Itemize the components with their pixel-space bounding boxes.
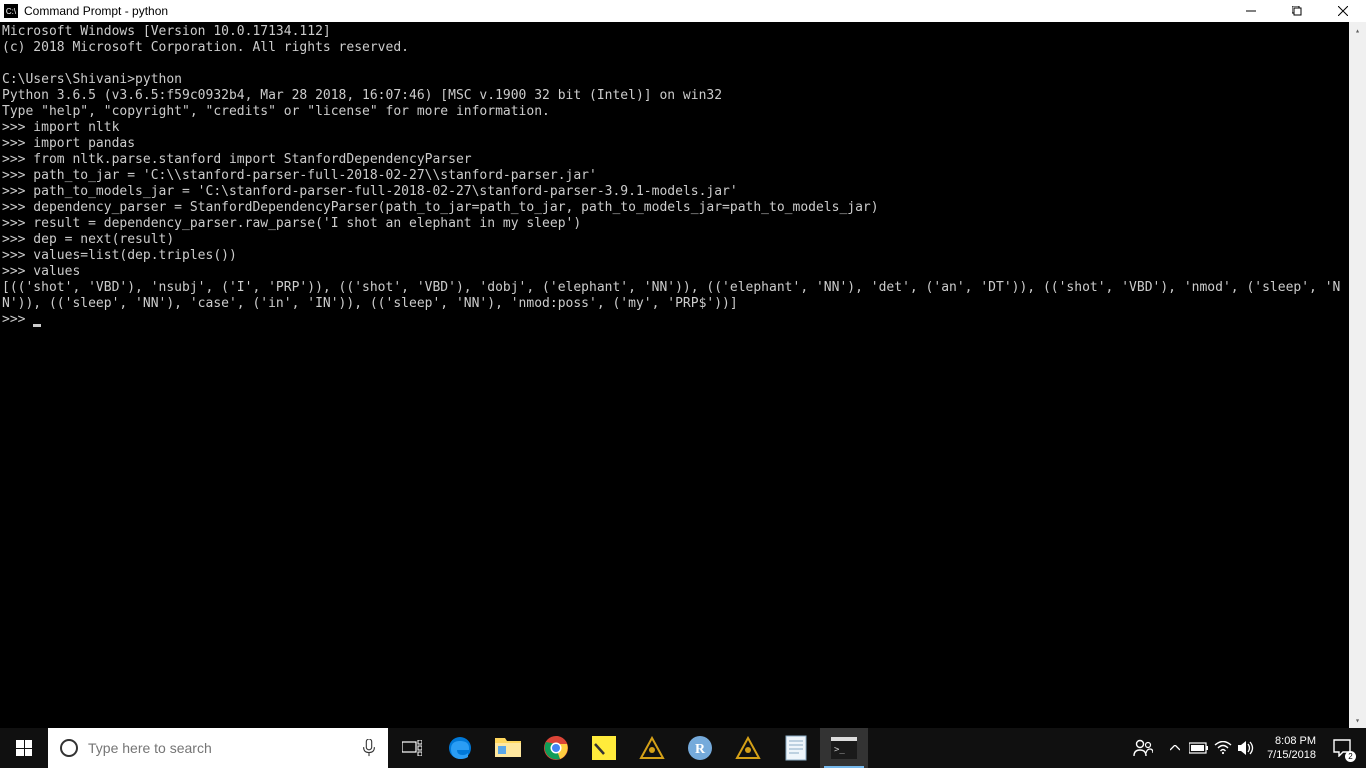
console-output[interactable]: Microsoft Windows [Version 10.0.17134.11… [0,22,1366,729]
cursor [33,324,41,327]
scrollbar[interactable]: ▴ ▾ [1349,22,1366,729]
taskbar-file-explorer[interactable] [484,728,532,768]
task-view-button[interactable] [388,728,436,768]
taskbar-sticky-notes[interactable] [580,728,628,768]
window-controls [1228,0,1366,22]
wifi-icon[interactable] [1211,728,1235,768]
mic-icon[interactable] [362,739,376,757]
close-button[interactable] [1320,0,1366,22]
taskbar-pinned-apps: R >_ [436,728,868,768]
action-center-button[interactable]: 2 [1324,728,1360,768]
window-title: Command Prompt - python [24,4,168,18]
notification-badge: 2 [1345,751,1356,762]
date-text: 7/15/2018 [1267,748,1316,762]
scroll-up-button[interactable]: ▴ [1349,22,1366,39]
people-button[interactable] [1123,728,1163,768]
taskbar-notepad[interactable] [772,728,820,768]
svg-text:R: R [695,742,706,757]
search-box[interactable] [48,728,388,768]
cortana-icon [60,739,78,757]
maximize-button[interactable] [1274,0,1320,22]
start-button[interactable] [0,728,48,768]
windows-logo-icon [16,740,32,756]
taskbar-app-1[interactable] [628,728,676,768]
taskbar-edge[interactable] [436,728,484,768]
volume-icon[interactable] [1235,728,1259,768]
svg-text:>_: >_ [834,745,845,755]
taskbar-rstudio[interactable]: R [676,728,724,768]
search-input[interactable] [88,740,362,756]
cmd-icon: C:\ [4,4,18,18]
time-text: 8:08 PM [1267,734,1316,748]
minimize-button[interactable] [1228,0,1274,22]
system-tray: 8:08 PM 7/15/2018 2 [1123,728,1366,768]
clock[interactable]: 8:08 PM 7/15/2018 [1259,734,1324,762]
battery-icon[interactable] [1187,728,1211,768]
taskbar-chrome[interactable] [532,728,580,768]
title-bar[interactable]: C:\ Command Prompt - python [0,0,1366,22]
scroll-down-button[interactable]: ▾ [1349,712,1366,729]
console-text: Microsoft Windows [Version 10.0.17134.11… [2,24,1340,327]
taskbar-app-2[interactable] [724,728,772,768]
taskbar: R >_ 8:08 PM 7/15/2018 [0,728,1366,768]
taskbar-cmd[interactable]: >_ [820,728,868,768]
tray-overflow-button[interactable] [1163,728,1187,768]
